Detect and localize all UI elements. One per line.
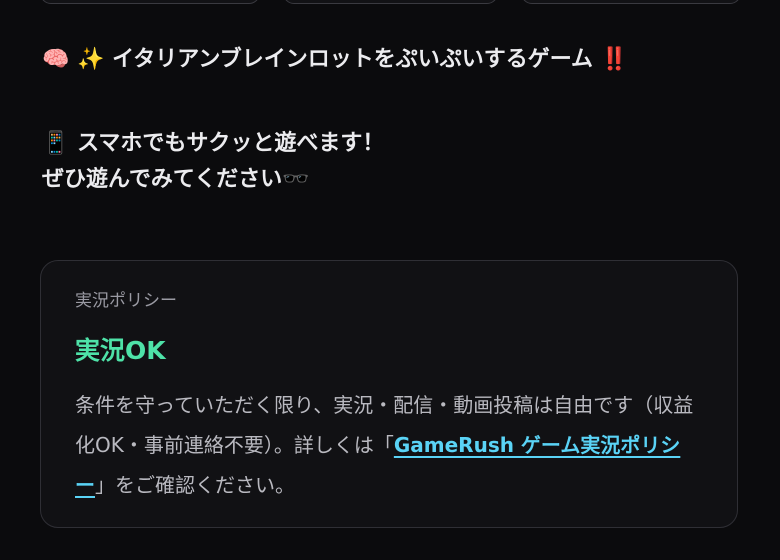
- top-button-row: [0, 0, 780, 4]
- double-exclamation-icon: ‼️: [600, 47, 629, 72]
- policy-body-end: 」をご確認ください。: [95, 473, 295, 497]
- description-line-1: 🧠 ✨ イタリアンブレインロットをぷいぷいするゲーム ‼️: [42, 42, 742, 78]
- description-line-2-text: スマホでもサクッと遊べます！: [77, 131, 385, 156]
- game-description: 🧠 ✨ イタリアンブレインロットをぷいぷいするゲーム ‼️ 📱 スマホでもサクッ…: [42, 42, 742, 198]
- policy-status: 実況OK: [75, 336, 166, 365]
- brain-sparkles-icon: 🧠 ✨: [42, 47, 105, 72]
- top-button-2[interactable]: [283, 0, 498, 4]
- description-line-3-text: ぜひ遊んでみてください: [42, 167, 283, 192]
- description-line-2: 📱 スマホでもサクッと遊べます！: [42, 126, 742, 162]
- smartphone-icon: 📱: [42, 131, 70, 156]
- policy-body: 条件を守っていただく限り、実況・配信・動画投稿は自由です（収益化OK・事前連絡不…: [75, 385, 705, 505]
- top-button-3[interactable]: [521, 0, 741, 4]
- description-line-3: ぜひ遊んでみてください🕶️: [42, 162, 742, 198]
- policy-label: 実況ポリシー: [75, 291, 177, 311]
- sunglasses-icon: 🕶️: [282, 167, 310, 192]
- top-button-1[interactable]: [40, 0, 260, 4]
- streaming-policy-card: 実況ポリシー 実況OK 条件を守っていただく限り、実況・配信・動画投稿は自由です…: [40, 260, 738, 528]
- description-line-1-text: イタリアンブレインロットをぷいぷいするゲーム: [112, 47, 594, 72]
